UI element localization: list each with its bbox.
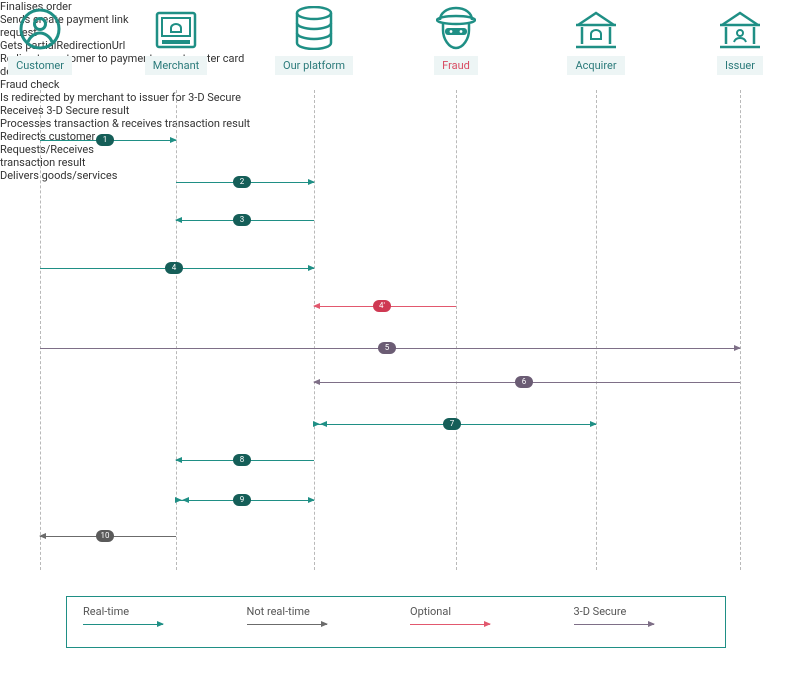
actor-fraud: Fraud — [416, 0, 496, 75]
step-label: Processes transaction & receives transac… — [0, 117, 282, 130]
legend-item: Optional — [410, 605, 546, 639]
fraudster-icon — [416, 0, 496, 50]
step-number: 1 — [96, 134, 114, 146]
actor-platform: Our platform — [274, 0, 354, 75]
actor-label: Fraud — [434, 56, 478, 75]
actor-label: Our platform — [275, 56, 353, 75]
step-number: 10 — [96, 530, 114, 542]
step-number: 4' — [373, 300, 391, 312]
storefront-icon — [136, 0, 216, 50]
step-number: 4 — [165, 262, 183, 274]
legend-label: 3-D Secure — [574, 605, 710, 618]
actor-label: Acquirer — [567, 56, 624, 75]
arrow: 2 — [176, 182, 314, 183]
legend-label: Real-time — [83, 605, 219, 618]
bank-person-icon — [700, 0, 780, 50]
legend-label: Not real-time — [247, 605, 383, 618]
person-circle-icon — [0, 0, 80, 50]
arrow: 3 — [176, 220, 314, 221]
legend-item: Real-time — [83, 605, 219, 639]
legend-item: 3-D Secure — [574, 605, 710, 639]
arrow: 4 — [40, 268, 314, 269]
lifeline-customer — [40, 90, 41, 570]
step-label: Is redirected by merchant to issuer for … — [0, 91, 700, 104]
lifeline-fraud — [456, 90, 457, 570]
step-label: Requests/Receives transaction result — [0, 143, 138, 169]
arrow: 10 — [40, 536, 176, 537]
step-label: Redirects customer — [0, 130, 138, 143]
legend-label: Optional — [410, 605, 546, 618]
actor-label: Merchant — [145, 56, 208, 75]
sequence-diagram: Customer Merchant Our platform Fraud Acquire… — [0, 0, 796, 680]
step-number: 7 — [443, 418, 461, 430]
actor-issuer: Issuer — [700, 0, 780, 75]
lifeline-issuer — [740, 90, 741, 570]
arrow — [574, 624, 654, 625]
actor-acquirer: Acquirer — [556, 0, 636, 75]
step-number: 2 — [233, 176, 251, 188]
step-label: Fraud check — [0, 78, 142, 91]
step-number: 8 — [233, 454, 251, 466]
step-label: Receives 3-D Secure result — [0, 104, 426, 117]
lifeline-acquirer — [596, 90, 597, 570]
arrow — [410, 624, 490, 625]
actor-merchant: Merchant — [136, 0, 216, 75]
step-number: 9 — [233, 494, 251, 506]
arrow: 5 — [40, 348, 740, 349]
legend: Real-time Not real-time Optional 3-D Secure — [66, 596, 726, 648]
arrow: 6 — [314, 382, 740, 383]
step-number: 6 — [515, 376, 533, 388]
step-label: Delivers goods/services — [0, 169, 136, 182]
arrow: 7 — [314, 424, 596, 425]
actor-label: Customer — [8, 56, 72, 75]
arrow: 9 — [176, 500, 314, 501]
legend-item: Not real-time — [247, 605, 383, 639]
arrow: 1 — [40, 140, 176, 141]
arrow: 8 — [176, 460, 314, 461]
actor-label: Issuer — [717, 56, 763, 75]
arrow: 4' — [314, 306, 456, 307]
step-number: 5 — [378, 342, 396, 354]
arrow — [247, 624, 327, 625]
database-icon — [274, 0, 354, 50]
actor-customer: Customer — [0, 0, 80, 75]
step-number: 3 — [233, 214, 251, 226]
bank-cart-icon — [556, 0, 636, 50]
arrow — [83, 624, 163, 625]
